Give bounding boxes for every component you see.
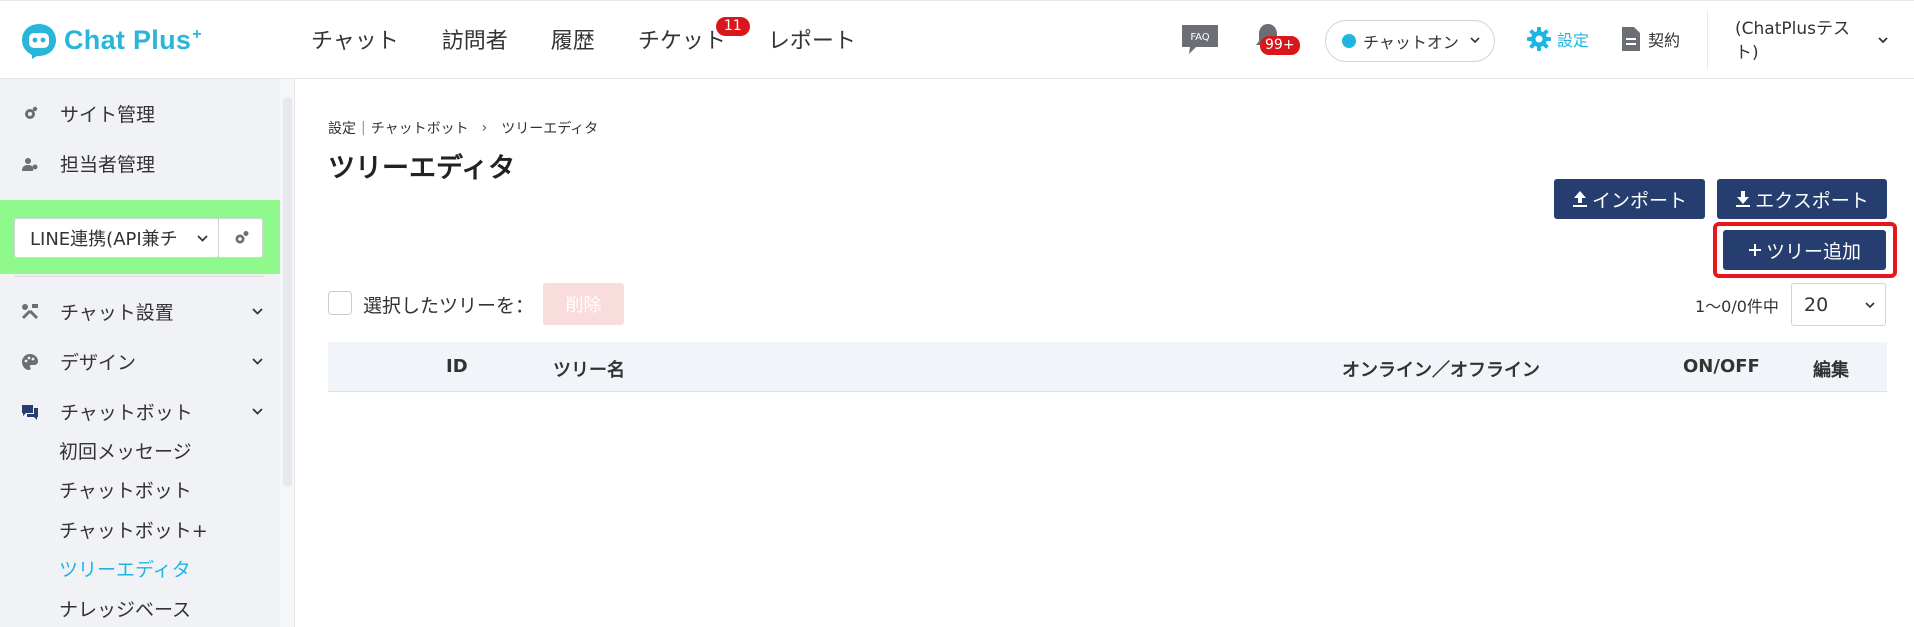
chevron-down-icon (1470, 37, 1480, 44)
chat-icon (20, 402, 40, 422)
download-icon (1736, 191, 1751, 207)
column-header-online-offline[interactable]: オンライン／オフライン (1342, 356, 1540, 382)
user-menu[interactable]: (ChatPlusテスト) (1735, 17, 1860, 65)
add-tree-button-label: ツリー追加 (1765, 240, 1861, 263)
sidebar-item-label: チャットボット (60, 402, 193, 424)
column-header-tree-name[interactable]: ツリー名 (553, 356, 625, 382)
add-tree-button[interactable]: ツリー追加 (1723, 230, 1886, 270)
ticket-count-badge: 11 (715, 17, 750, 36)
sidebar-item-label: チャット設置 (60, 302, 174, 324)
nav-visitors[interactable]: 訪問者 (442, 23, 508, 55)
settings-link[interactable]: 設定 (1526, 26, 1589, 52)
upload-icon (1572, 191, 1587, 207)
export-button-label: エクスポート (1755, 189, 1869, 212)
logo-text: Chat Plus (64, 24, 192, 55)
result-count: 1〜0/0件中 (1695, 297, 1779, 316)
sidebar-item-label: 担当者管理 (60, 154, 156, 176)
sidebar-subitem-knowledge-base[interactable]: ナレッジベース (59, 595, 191, 622)
chat-status-select[interactable]: チャットオン (1325, 20, 1495, 62)
header-divider (1707, 11, 1708, 69)
breadcrumb-settings[interactable]: 設定 (328, 118, 356, 138)
sidebar-subitem-tree-editor[interactable]: ツリーエディタ (59, 555, 191, 582)
plus-icon (1748, 244, 1761, 256)
logo-superscript: + (192, 25, 202, 43)
contract-label: 契約 (1648, 31, 1681, 50)
breadcrumb: 設定 | チャットボット › ツリーエディタ (328, 118, 598, 138)
document-icon (1622, 27, 1640, 51)
sidebar-item-label: デザイン (60, 352, 137, 374)
chevron-down-icon (197, 235, 208, 242)
status-dot (1342, 34, 1356, 48)
nav-ticket[interactable]: チケット 11 (637, 17, 750, 55)
selected-trees-label: 選択したツリーを： (363, 295, 535, 317)
notification-count-badge: 99+ (1260, 36, 1300, 55)
sidebar-scrollbar[interactable] (280, 79, 295, 627)
nav-chat[interactable]: チャット (311, 23, 399, 55)
logo[interactable]: Chat Plus+ (20, 21, 202, 61)
nav-report[interactable]: レポート (768, 23, 856, 55)
delete-button[interactable]: 削除 (543, 283, 624, 325)
faq-label: FAQ (1190, 32, 1209, 43)
gear-icon (1527, 27, 1551, 51)
chevron-down-icon (1865, 302, 1875, 309)
chevron-down-icon[interactable] (1877, 34, 1889, 46)
top-header: Chat Plus+ チャット 訪問者 履歴 チケット 11 レポート FAQ … (0, 0, 1914, 79)
sidebar-item-site-management[interactable]: サイト管理 (20, 100, 155, 127)
site-select-value: LINE連携(API兼チ (30, 229, 178, 250)
page-title: ツリーエディタ (328, 153, 516, 184)
site-settings-button[interactable] (219, 218, 263, 258)
chevron-down-icon[interactable] (252, 306, 263, 317)
breadcrumb-separator: | (361, 120, 366, 136)
breadcrumb-chatbot[interactable]: チャットボット (371, 118, 469, 138)
export-button[interactable]: エクスポート (1717, 179, 1887, 219)
faq-icon[interactable]: FAQ (1180, 23, 1220, 57)
chatplus-logo-icon (20, 22, 58, 60)
site-select[interactable]: LINE連携(API兼チ (14, 218, 219, 258)
sidebar-item-chatbot[interactable]: チャットボット (20, 398, 193, 425)
per-page-select[interactable]: 20 (1791, 283, 1886, 326)
import-button[interactable]: インポート (1554, 179, 1705, 219)
main-nav: チャット 訪問者 履歴 チケット 11 レポート (311, 17, 899, 55)
column-header-on-off[interactable]: ON/OFF (1683, 356, 1760, 377)
select-all-checkbox[interactable] (328, 291, 352, 315)
sidebar-divider (14, 276, 264, 277)
chat-status-label: チャットオン (1363, 33, 1459, 52)
column-header-edit: 編集 (1813, 360, 1849, 381)
scrollbar-thumb[interactable] (283, 97, 292, 487)
user-gear-icon (20, 154, 40, 174)
nav-ticket-label: チケット (637, 29, 726, 54)
sidebar-item-chat-setup[interactable]: チャット設置 (20, 298, 174, 325)
settings-label: 設定 (1557, 31, 1590, 50)
sidebar-item-staff-management[interactable]: 担当者管理 (20, 150, 155, 177)
column-header-id[interactable]: ID (446, 356, 468, 377)
breadcrumb-arrow-icon: › (481, 120, 488, 136)
nav-history[interactable]: 履歴 (551, 23, 595, 55)
sidebar-subitem-first-message[interactable]: 初回メッセージ (59, 437, 192, 464)
palette-icon (20, 352, 40, 372)
gear-icon (20, 104, 40, 124)
breadcrumb-current: ツリーエディタ (501, 121, 599, 137)
sidebar-subitem-chatbot-plus[interactable]: チャットボット+ (59, 516, 208, 543)
import-button-label: インポート (1591, 189, 1687, 212)
sidebar-item-design[interactable]: デザイン (20, 348, 136, 375)
sidebar-subitem-chatbot[interactable]: チャットボット (59, 476, 192, 503)
chevron-down-icon[interactable] (252, 406, 263, 417)
table-header: ID ツリー名 オンライン／オフライン ON/OFF 編集 (328, 342, 1887, 392)
per-page-value: 20 (1804, 293, 1829, 316)
chevron-down-icon[interactable] (252, 356, 263, 367)
sidebar-item-label: サイト管理 (60, 104, 156, 126)
gear-icon (235, 231, 248, 244)
tools-icon (20, 302, 40, 322)
contract-link[interactable]: 契約 (1620, 26, 1680, 52)
